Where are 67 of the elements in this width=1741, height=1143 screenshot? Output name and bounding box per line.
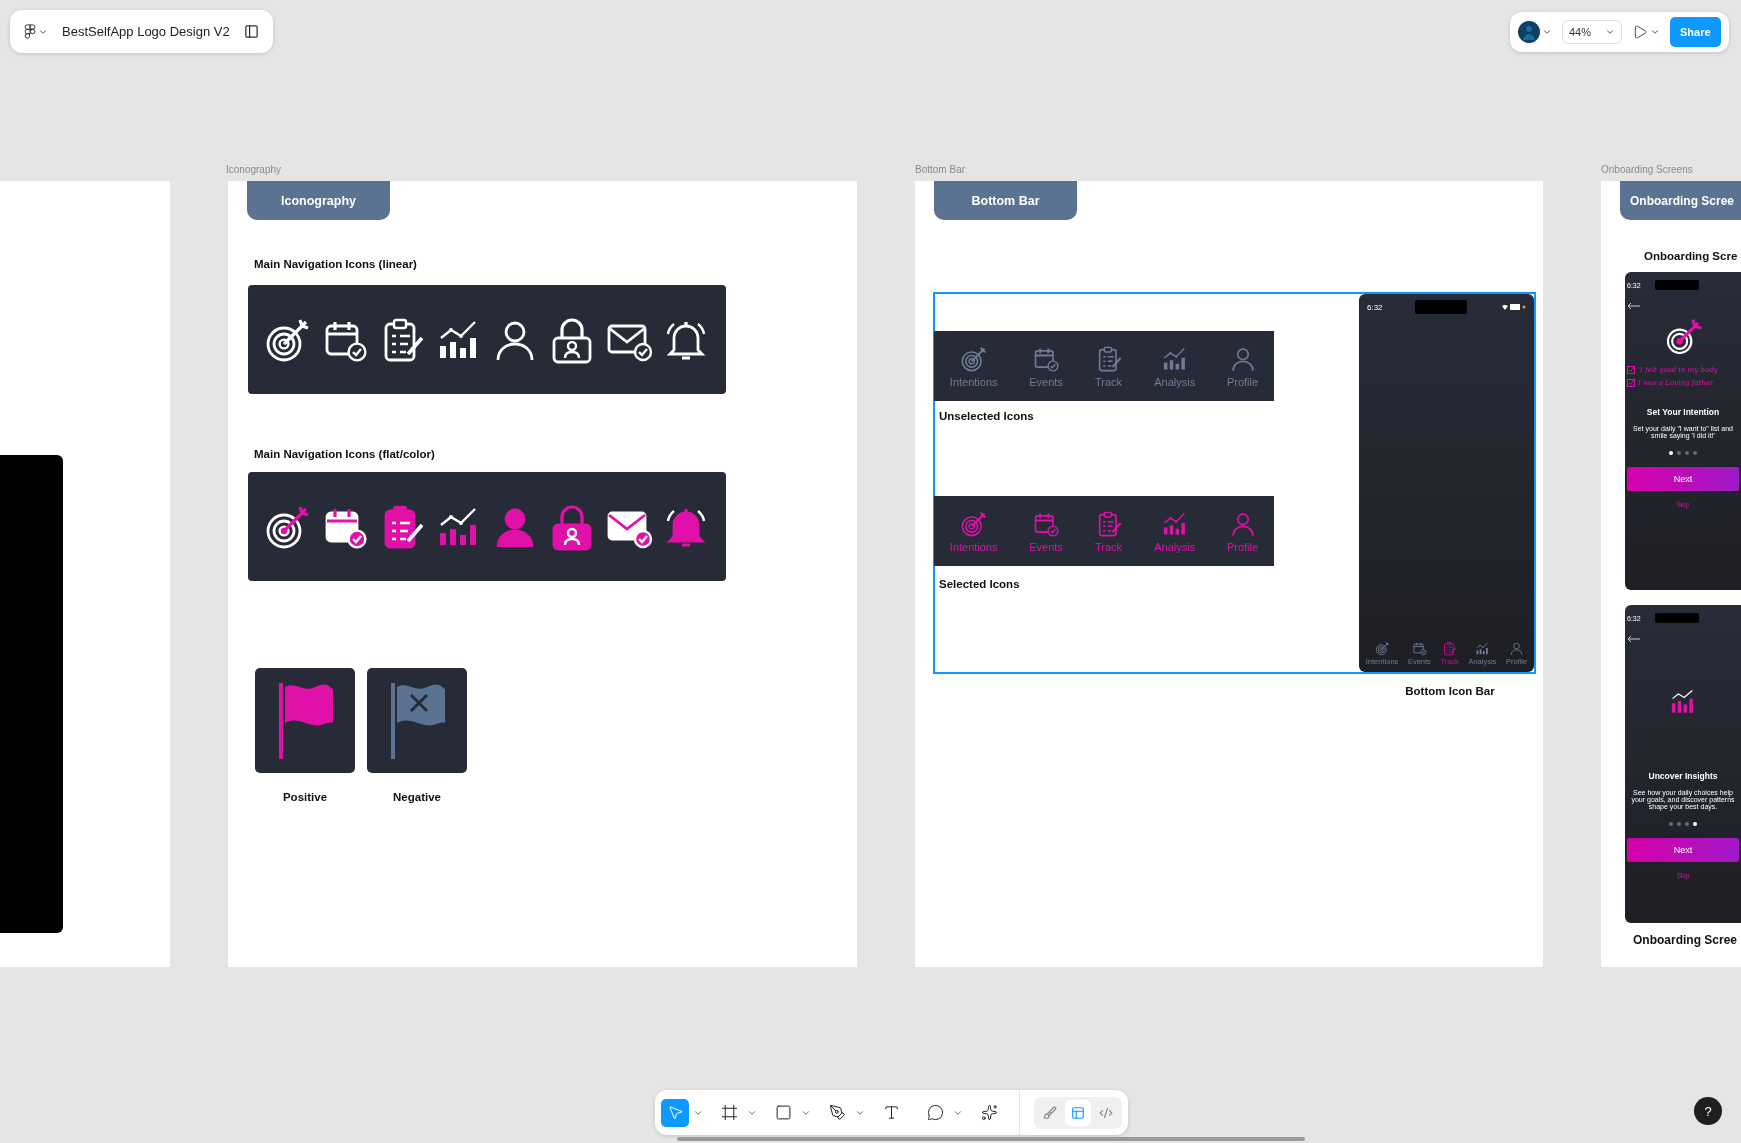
pen-icon — [828, 1104, 846, 1121]
file-title: BestSelfApp Logo Design V2 — [62, 24, 230, 39]
brush-icon — [1043, 1105, 1057, 1120]
section-heading: Main Navigation Icons (flat/color) — [254, 448, 435, 460]
flag-label: Negative — [392, 791, 442, 803]
bar-caption: Selected Icons — [939, 578, 1020, 590]
section-heading: Onboarding Scre — [1644, 250, 1738, 262]
screen-title: Set Your Intention — [1646, 407, 1720, 417]
back-arrow-icon[interactable] — [1627, 302, 1641, 310]
bar-item: Intentions — [949, 344, 998, 388]
hash-icon — [720, 1104, 738, 1121]
camera-notch — [1654, 613, 1699, 623]
bar-item: Profile — [1226, 509, 1259, 553]
next-button[interactable]: Next — [1627, 838, 1739, 862]
target-icon — [1374, 641, 1390, 656]
person-icon — [1509, 641, 1525, 656]
frame-label: Onboarding Screens — [1601, 164, 1693, 175]
avatar — [1518, 21, 1540, 43]
bar-item: Track — [1094, 509, 1123, 553]
bar-item: Profile — [1226, 344, 1259, 388]
play-icon — [1632, 24, 1648, 40]
back-arrow-icon[interactable] — [1627, 635, 1641, 643]
bar-item: Track — [1094, 344, 1123, 388]
bar-item: Events — [1029, 344, 1063, 388]
layout-icon — [1071, 1105, 1085, 1120]
square-icon — [774, 1104, 792, 1121]
speech-bubble-icon — [926, 1104, 944, 1121]
user-menu-button[interactable] — [1518, 21, 1552, 43]
phone-caption: Bottom Icon Bar — [1404, 685, 1496, 697]
mode-button[interactable] — [1065, 1099, 1091, 1126]
caret-icon — [1650, 27, 1660, 37]
target-icon — [959, 344, 988, 373]
text-icon — [882, 1104, 900, 1121]
bar-chart-icon — [1474, 641, 1490, 656]
present-button[interactable] — [1632, 24, 1660, 40]
share-button[interactable]: Share — [1670, 17, 1721, 47]
screen-title: Uncover Insights — [1648, 771, 1718, 781]
bar-item: Analysis — [1154, 509, 1196, 553]
zoom-dropdown[interactable]: 44% — [1562, 20, 1622, 44]
bar-item: Events — [1029, 509, 1063, 553]
pointer-icon — [666, 1104, 684, 1121]
status-time: 6:32 — [1367, 302, 1383, 312]
checkbox-icon — [1627, 366, 1635, 374]
app-logo-icon — [24, 23, 36, 40]
sidebar-toggle-icon[interactable] — [243, 24, 259, 39]
target-icon — [959, 509, 988, 538]
bar-caption: Unselected Icons — [939, 410, 1034, 422]
help-button[interactable]: ? — [1694, 1097, 1722, 1125]
phone-caption: Onboarding Scree — [1633, 933, 1738, 947]
main-menu-button[interactable] — [24, 23, 48, 40]
checkbox-icon — [1627, 379, 1635, 387]
flag-label: Positive — [281, 791, 329, 803]
caret-icon — [1542, 27, 1552, 37]
sparkle-icon — [980, 1104, 998, 1121]
calendar-check-icon — [1411, 641, 1427, 656]
next-button[interactable]: Next — [1627, 467, 1739, 491]
frame-label: Bottom Bar — [915, 164, 966, 175]
camera-notch — [1654, 280, 1699, 290]
frame-label: Iconography — [226, 164, 282, 175]
code-icon — [1099, 1105, 1113, 1120]
caret-icon — [1605, 27, 1615, 37]
status-icons — [1500, 303, 1526, 311]
clipboard-icon — [1442, 641, 1458, 656]
bar-item: Intentions — [949, 509, 998, 553]
camera-notch — [1415, 300, 1468, 314]
section-heading: Main Navigation Icons (linear) — [254, 258, 417, 270]
bar-item: Analysis — [1154, 344, 1196, 388]
